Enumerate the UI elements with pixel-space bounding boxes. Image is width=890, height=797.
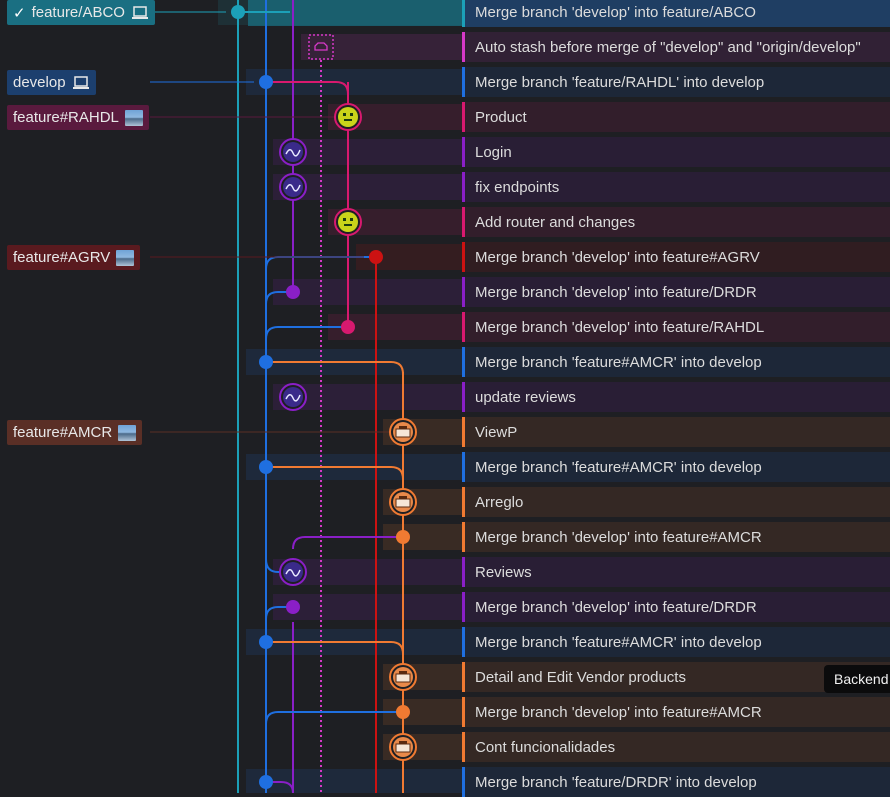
commit-row[interactable]: Login [462, 137, 890, 167]
merge-commit-dot [396, 530, 410, 544]
commit-message: Merge branch 'feature#AMCR' into develop [475, 458, 762, 476]
commit-message: Merge branch 'develop' into feature/RAHD… [475, 318, 765, 336]
commit-message: Merge branch 'develop' into feature#AMCR [475, 703, 762, 721]
merge-commit-dot [259, 775, 273, 789]
avatar-image [344, 224, 352, 226]
avatar-image [395, 673, 411, 683]
commit-message: Product [475, 108, 527, 126]
tooltip-text: Backend [834, 671, 889, 687]
commit-row[interactable]: Merge branch 'feature#AMCR' into develop [462, 452, 890, 482]
commit-row[interactable]: Product [462, 102, 890, 132]
avatar-image [343, 218, 346, 221]
branch-tag-label: feature#AMCR [13, 424, 113, 441]
check-icon: ✓ [13, 4, 26, 22]
commit-row[interactable]: Merge branch 'develop' into feature#AGRV [462, 242, 890, 272]
branch-tag-label: develop [13, 74, 66, 91]
branch-tag[interactable]: develop [7, 70, 96, 95]
avatar-image [399, 496, 407, 499]
commit-message: Merge branch 'develop' into feature/DRDR [475, 598, 757, 616]
commit-message: Add router and changes [475, 213, 636, 231]
branch-tag[interactable]: feature#AMCR [7, 420, 143, 445]
commit-row[interactable]: Auto stash before merge of "develop" and… [462, 32, 890, 62]
commit-row[interactable]: Arreglo [462, 487, 890, 517]
branch-tag-label: feature/ABCO [31, 4, 125, 21]
merge-commit-dot [286, 600, 300, 614]
merge-commit-dot [286, 285, 300, 299]
graph-merge-line [265, 711, 403, 725]
avatar-image [344, 119, 352, 121]
merge-commit-dot [231, 5, 245, 19]
commit-row[interactable]: Merge branch 'feature#AMCR' into develop [462, 627, 890, 657]
avatar-image [343, 113, 346, 116]
merge-commit-dot [259, 75, 273, 89]
branch-tag[interactable]: feature#RAHDL [7, 105, 149, 130]
commit-message: Arreglo [475, 493, 524, 511]
commit-row[interactable]: Merge branch 'develop' into feature/RAHD… [462, 312, 890, 342]
commit-row-band [273, 279, 462, 305]
commit-row[interactable]: Merge branch 'feature/RAHDL' into develo… [462, 67, 890, 97]
laptop-icon [131, 5, 149, 21]
commit-row[interactable]: Merge branch 'develop' into feature#AMCR [462, 522, 890, 552]
commit-message: Cont funcionalidades [475, 738, 616, 756]
avatar-image [338, 212, 358, 232]
branch-tag-label: feature#RAHDL [13, 109, 119, 126]
commit-row-band [273, 594, 462, 620]
commit-message: Detail and Edit Vendor products [475, 668, 686, 686]
branch-tag[interactable]: feature#AGRV [7, 245, 141, 270]
merge-commit-dot [341, 320, 355, 334]
laptop-icon [72, 75, 90, 91]
commit-message: Merge branch 'feature/RAHDL' into develo… [475, 73, 765, 91]
commit-row[interactable]: Reviews [462, 557, 890, 587]
commit-row[interactable]: update reviews [462, 382, 890, 412]
merge-commit-dot [259, 460, 273, 474]
commit-row-band [301, 34, 462, 60]
commit-row[interactable]: Merge branch 'feature#AMCR' into develop [462, 347, 890, 377]
merge-commit-dot [259, 635, 273, 649]
tooltip: Backend [824, 665, 890, 693]
avatar-image [399, 426, 407, 429]
merge-commit-dot [396, 705, 410, 719]
commit-row[interactable]: Add router and changes [462, 207, 890, 237]
avatar-image [395, 743, 411, 753]
avatar-image [350, 218, 353, 221]
commit-message: update reviews [475, 388, 576, 406]
commit-row[interactable]: Merge branch 'develop' into feature/DRDR [462, 277, 890, 307]
commit-message: fix endpoints [475, 178, 560, 196]
commit-row[interactable]: Merge branch 'develop' into feature/ABCO [462, 0, 890, 27]
commit-message: Login [475, 143, 512, 161]
avatar-image [395, 498, 411, 508]
commit-row[interactable]: fix endpoints [462, 172, 890, 202]
branch-tag-label: feature#AGRV [13, 249, 111, 266]
avatar-image [399, 741, 407, 744]
commit-row[interactable]: Merge branch 'develop' into feature#AMCR [462, 697, 890, 727]
commit-row[interactable]: Merge branch 'develop' into feature/DRDR [462, 592, 890, 622]
commit-message: Merge branch 'feature#AMCR' into develop [475, 633, 762, 651]
branch-tag[interactable]: ✓ feature/ABCO [7, 0, 155, 25]
commit-message: Reviews [475, 563, 532, 581]
commit-row[interactable]: Cont funcionalidades [462, 732, 890, 762]
avatar-image [399, 671, 407, 674]
commit-message: Merge branch 'develop' into feature#AGRV [475, 248, 760, 266]
commit-message: Merge branch 'develop' into feature/ABCO [475, 3, 756, 21]
commit-message: Auto stash before merge of "develop" and… [475, 38, 861, 56]
avatar-image [350, 113, 353, 116]
commit-message: ViewP [475, 423, 518, 441]
merge-commit-dot [259, 355, 273, 369]
avatar-image [395, 428, 411, 438]
commit-message: Merge branch 'develop' into feature#AMCR [475, 528, 762, 546]
avatar-image [116, 249, 135, 266]
avatar-image [124, 109, 143, 126]
commit-message: Merge branch 'feature/DRDR' into develop [475, 773, 757, 791]
avatar-image [338, 107, 358, 127]
commit-row[interactable]: ViewP [462, 417, 890, 447]
commit-message: Merge branch 'feature#AMCR' into develop [475, 353, 762, 371]
merge-commit-dot [369, 250, 383, 264]
commit-message: Merge branch 'develop' into feature/DRDR [475, 283, 757, 301]
avatar-image [118, 424, 137, 441]
